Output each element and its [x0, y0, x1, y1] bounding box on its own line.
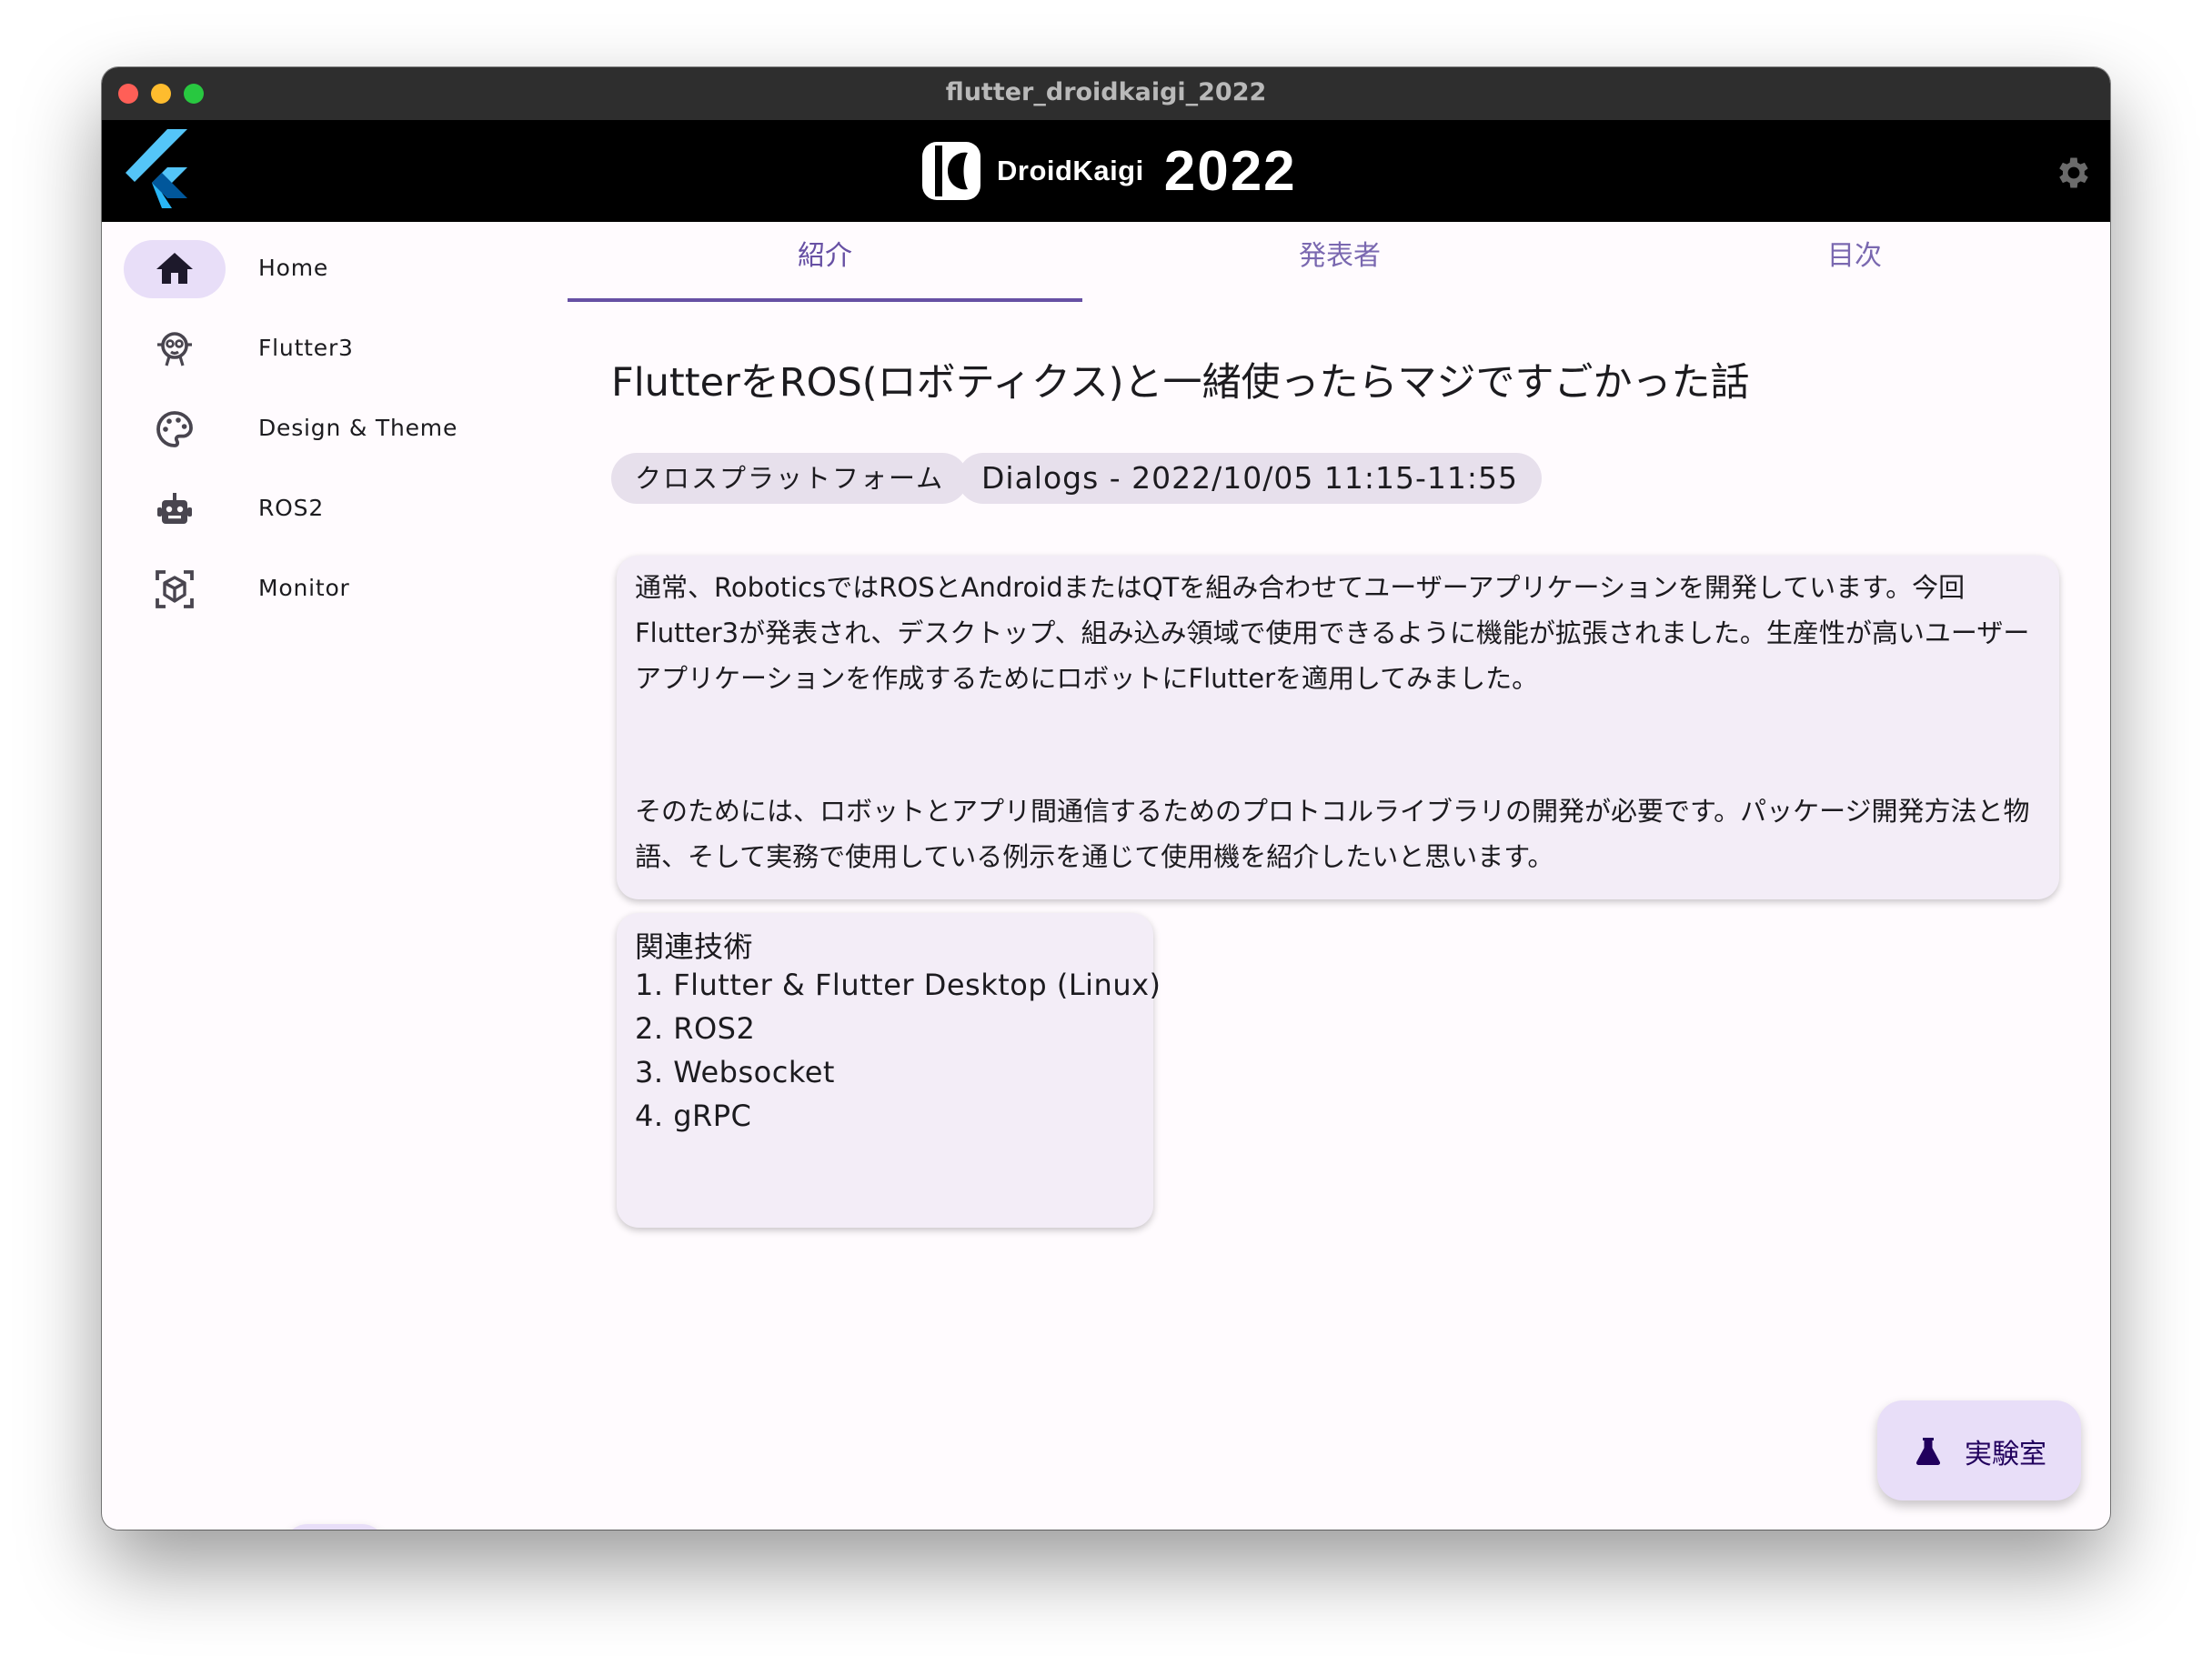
home-icon	[156, 253, 193, 284]
title-bar: flutter_droidkaigi_2022	[102, 67, 2110, 121]
nav-item-design-theme[interactable]: Design & Theme	[124, 400, 524, 458]
nav-item-ros2[interactable]: ROS2	[124, 480, 524, 538]
tab-bar: 紹介 発表者 目次	[568, 222, 2110, 304]
nav-item-flutter3[interactable]: Flutter3	[124, 320, 524, 378]
droidkaigi-logo-icon	[922, 142, 980, 200]
navigation-rail: Home Flutter3 Design & Theme ROS2 Monito…	[102, 222, 557, 1530]
list-item: 4. gRPC	[635, 1099, 752, 1133]
window-title: flutter_droidkaigi_2022	[945, 78, 1267, 106]
related-tech-card: 関連技術 1. Flutter & Flutter Desktop (Linux…	[617, 913, 1161, 1228]
schedule-chip: Dialogs ‐ 2022/10/05 11:15-11:55	[958, 453, 1542, 504]
app-bar: DroidKaigi 2022	[102, 120, 2110, 222]
robot-icon	[157, 493, 192, 524]
nav-label-monitor: Monitor	[258, 575, 350, 601]
brand-year: 2022	[1163, 139, 1297, 203]
nav-label-home: Home	[258, 255, 329, 281]
settings-gear-icon[interactable]	[2054, 153, 2094, 193]
back-button[interactable]	[284, 1524, 386, 1530]
nav-label-flutter3: Flutter3	[258, 335, 354, 361]
list-item: 2. ROS2	[635, 1011, 756, 1046]
flutter3-icon	[157, 332, 192, 366]
description-paragraph-1: 通常、RoboticsではROSとAndroidまたはQTを組み合わせてユーザー…	[635, 572, 2030, 694]
related-tech-title: 関連技術	[635, 929, 754, 964]
tab-contents[interactable]: 目次	[1597, 222, 2110, 300]
monitor-icon	[156, 570, 194, 608]
flask-icon	[1915, 1438, 1941, 1465]
list-item: 3. Websocket	[635, 1055, 835, 1089]
session-title: FlutterをROS(ロボティクス)と一緒使ったらマジですごかった話	[611, 360, 1750, 406]
nav-label-ros2: ROS2	[258, 495, 325, 521]
flutter-logo-icon	[126, 129, 187, 208]
laboratory-fab[interactable]: 実験室	[1877, 1400, 2081, 1500]
list-item: 1. Flutter & Flutter Desktop (Linux)	[635, 968, 1161, 1002]
tab-indicator	[568, 298, 1082, 302]
tab-speakers[interactable]: 発表者	[1082, 222, 1597, 300]
description-card: 通常、RoboticsではROSとAndroidまたはQTを組み合わせてユーザー…	[617, 556, 2059, 899]
brand-name: DroidKaigi	[997, 155, 1144, 186]
app-window: flutter_droidkaigi_2022 DroidKaigi 2022	[102, 67, 2110, 1530]
description-paragraph-2: そのためには、ロボットとアプリ間通信するためのプロトコルライブラリの開発が必要で…	[635, 796, 2030, 872]
palette-icon	[156, 411, 193, 447]
tab-introduction[interactable]: 紹介	[568, 222, 1082, 300]
droidkaigi-brand: DroidKaigi 2022	[920, 136, 1297, 206]
laboratory-label: 実験室	[1965, 1439, 2046, 1470]
nav-item-monitor[interactable]: Monitor	[124, 560, 524, 618]
category-chip: クロスプラットフォーム	[611, 453, 969, 504]
nav-item-home[interactable]: Home	[124, 240, 524, 298]
nav-label-design-theme: Design & Theme	[258, 415, 458, 441]
